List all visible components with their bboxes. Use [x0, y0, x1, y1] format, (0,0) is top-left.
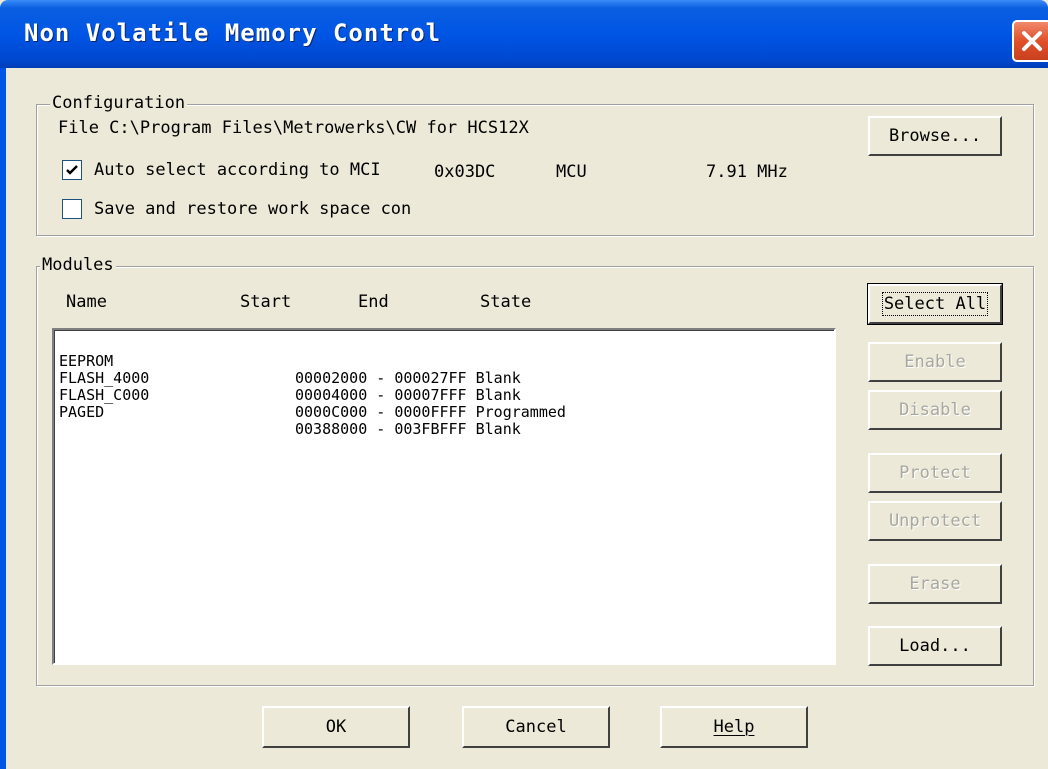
list-item[interactable]: FLASH_C000 0000C000 - 0000FFFF Programme… — [59, 370, 566, 421]
enable-button[interactable]: Enable — [868, 342, 1002, 382]
module-range: 00002000 - 000027FF Blank — [295, 369, 521, 387]
list-item[interactable]: PAGED 00388000 - 003FBFFF Blank — [59, 387, 521, 438]
ok-button[interactable]: OK — [262, 706, 410, 748]
configuration-legend: Configuration — [50, 93, 188, 113]
close-button[interactable] — [1012, 20, 1048, 62]
file-path-label: Filе C:\Program Files\Metrowerks\CW for … — [58, 118, 529, 138]
modules-list-inner: EEPROM 00002000 - 000027FF Blank FLASH_4… — [54, 330, 834, 663]
list-item[interactable]: FLASH_4000 00004000 - 00007FFF Blank — [59, 353, 521, 404]
column-header-state: State — [480, 292, 532, 312]
mcu-label: MCU — [556, 162, 587, 182]
module-name: PAGED — [59, 403, 105, 421]
auto-select-checkbox[interactable] — [62, 160, 82, 180]
column-header-end: End — [358, 292, 389, 312]
column-header-start: Start — [240, 292, 292, 312]
mcu-id-value: 0x03DC — [434, 162, 496, 182]
help-button[interactable]: Help — [660, 706, 808, 748]
disable-button[interactable]: Disable — [868, 390, 1002, 430]
window-title: Non Volatile Memory Control — [24, 19, 442, 47]
protect-button[interactable]: Protect — [868, 453, 1002, 493]
column-header-name: Name — [66, 292, 107, 312]
unprotect-button[interactable]: Unprotect — [868, 501, 1002, 541]
close-icon — [1022, 31, 1042, 51]
erase-button[interactable]: Erase — [868, 564, 1002, 604]
checkmark-icon — [66, 165, 78, 175]
load-button[interactable]: Load... — [868, 626, 1002, 666]
frequency-value: 7.91 MHz — [706, 162, 788, 182]
module-range: 00388000 - 003FBFFF Blank — [295, 420, 521, 438]
modules-list[interactable]: EEPROM 00002000 - 000027FF Blank FLASH_4… — [52, 328, 836, 665]
cancel-button[interactable]: Cancel — [462, 706, 610, 748]
browse-button[interactable]: Browse... — [868, 116, 1002, 156]
list-item[interactable]: EEPROM 00002000 - 000027FF Blank — [59, 336, 521, 387]
save-restore-label[interactable]: Save and restore work space con — [94, 199, 411, 219]
window-left-border — [0, 68, 6, 769]
module-range: 00004000 - 00007FFF Blank — [295, 386, 521, 404]
select-all-button[interactable]: Select All — [867, 283, 1003, 325]
save-restore-checkbox[interactable] — [62, 199, 82, 219]
title-bar[interactable]: Non Volatile Memory Control — [0, 0, 1048, 68]
auto-select-label[interactable]: Auto select according to MCI — [94, 160, 434, 180]
module-range: 0000C000 - 0000FFFF Programmed — [295, 403, 566, 421]
nvm-control-dialog: Non Volatile Memory Control Configuratio… — [0, 0, 1048, 769]
modules-legend: Modules — [40, 255, 116, 275]
